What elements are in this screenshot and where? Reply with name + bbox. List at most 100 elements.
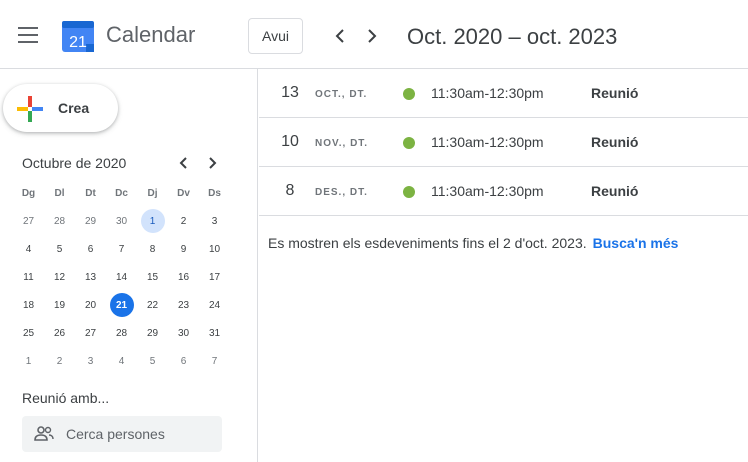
event-day: 13 xyxy=(281,84,299,101)
previous-period-button[interactable] xyxy=(328,24,352,48)
people-icon xyxy=(34,426,54,441)
mini-calendar-day[interactable]: 4 xyxy=(106,349,137,373)
mini-calendar-day-label: 31 xyxy=(208,327,221,339)
search-people-input[interactable] xyxy=(66,424,216,444)
event-time: 11:30am-12:30pm xyxy=(431,183,544,199)
weekday-header: Ds xyxy=(208,187,221,199)
mini-calendar-day-label: 3 xyxy=(211,215,218,227)
weekday-header: Dj xyxy=(147,187,158,199)
mini-calendar-day[interactable]: 5 xyxy=(44,237,75,261)
mini-calendar-week: 27 28 29 30 1 2 3 xyxy=(13,207,230,235)
event-month-weekday: NOV., DT. xyxy=(315,138,369,149)
mini-calendar-day[interactable]: 3 xyxy=(75,349,106,373)
mini-calendar-day-label: 28 xyxy=(115,327,128,339)
search-people-field[interactable] xyxy=(22,416,222,452)
mini-calendar-day[interactable]: 28 xyxy=(106,321,137,345)
event-title: Reunió xyxy=(591,134,639,150)
event-month-weekday: DES., DT. xyxy=(315,187,368,198)
mini-calendar-next-button[interactable] xyxy=(203,153,223,173)
mini-calendar-day[interactable]: 31 xyxy=(199,321,230,345)
mini-calendar-day[interactable]: 12 xyxy=(44,265,75,289)
mini-calendar-day-label: 9 xyxy=(180,243,187,255)
mini-calendar-day[interactable]: 29 xyxy=(137,321,168,345)
mini-calendar-day[interactable]: 3 xyxy=(199,209,230,233)
mini-calendar-day[interactable]: 7 xyxy=(106,237,137,261)
mini-calendar-day[interactable]: 8 xyxy=(137,237,168,261)
mini-calendar-day-label: 17 xyxy=(208,271,221,283)
mini-calendar-day-label: 5 xyxy=(149,355,156,367)
mini-calendar-day-label: 27 xyxy=(22,215,35,227)
mini-calendar-day[interactable]: 1 xyxy=(13,349,44,373)
date-range-title: Oct. 2020 – oct. 2023 xyxy=(407,24,618,49)
mini-calendar-day[interactable]: 29 xyxy=(75,209,106,233)
top-bar: 21 Calendar Avui Oct. 2020 – oct. 2023 xyxy=(0,0,748,69)
mini-calendar-day[interactable]: 15 xyxy=(137,265,168,289)
mini-calendar-day[interactable]: 18 xyxy=(13,293,44,317)
mini-calendar-day[interactable]: 23 xyxy=(168,293,199,317)
mini-calendar-day-label: 14 xyxy=(115,271,128,283)
event-color-dot xyxy=(403,137,415,149)
mini-calendar-day[interactable]: 30 xyxy=(106,209,137,233)
event-row[interactable]: 10 NOV., DT. 11:30am-12:30pm Reunió xyxy=(259,118,748,167)
mini-calendar-day-label: 16 xyxy=(177,271,190,283)
mini-calendar-day[interactable]: 6 xyxy=(75,237,106,261)
mini-calendar-day[interactable]: 10 xyxy=(199,237,230,261)
mini-calendar-day[interactable]: 5 xyxy=(137,349,168,373)
mini-calendar-day[interactable]: 6 xyxy=(168,349,199,373)
mini-calendar-day-label: 2 xyxy=(180,215,187,227)
schedule-footer-note: Es mostren els esdeveniments fins el 2 d… xyxy=(268,235,587,251)
mini-calendar-day[interactable]: 28 xyxy=(44,209,75,233)
event-row[interactable]: 8 DES., DT. 11:30am-12:30pm Reunió xyxy=(259,167,748,216)
mini-calendar-day[interactable]: 25 xyxy=(13,321,44,345)
create-button[interactable]: Crea xyxy=(3,84,118,132)
mini-calendar-day[interactable]: 30 xyxy=(168,321,199,345)
mini-calendar-day[interactable]: 21 xyxy=(106,293,137,317)
next-period-button[interactable] xyxy=(360,24,384,48)
mini-calendar-day[interactable]: 27 xyxy=(75,321,106,345)
chevron-right-icon xyxy=(209,157,217,169)
mini-calendar-day-label: 19 xyxy=(53,299,66,311)
mini-calendar-day[interactable]: 11 xyxy=(13,265,44,289)
mini-calendar-day[interactable]: 13 xyxy=(75,265,106,289)
plus-icon xyxy=(17,96,43,122)
mini-calendar-day[interactable]: 22 xyxy=(137,293,168,317)
mini-calendar-day[interactable]: 24 xyxy=(199,293,230,317)
event-title: Reunió xyxy=(591,183,639,199)
app-title: Calendar xyxy=(106,22,196,47)
mini-calendar-day-label: 4 xyxy=(25,243,32,255)
event-color-dot xyxy=(403,88,415,100)
calendar-logo-icon: 21 xyxy=(62,18,94,52)
event-row[interactable]: 13 OCT., DT. 11:30am-12:30pm Reunió xyxy=(259,69,748,118)
main-menu-icon[interactable] xyxy=(18,27,38,43)
mini-calendar-week: 1 2 3 4 5 6 7 xyxy=(13,347,230,375)
mini-calendar-week: 4 5 6 7 8 9 10 xyxy=(13,235,230,263)
schedule-footer: Es mostren els esdeveniments fins el 2 d… xyxy=(268,235,678,251)
weekday-header: Dl xyxy=(54,187,65,199)
mini-calendar-day[interactable]: 9 xyxy=(168,237,199,261)
mini-calendar-day[interactable]: 7 xyxy=(199,349,230,373)
calendar-logo-day: 21 xyxy=(69,34,87,51)
mini-calendar-day-label: 4 xyxy=(118,355,125,367)
mini-calendar-day[interactable]: 16 xyxy=(168,265,199,289)
mini-calendar-day-label: 21 xyxy=(109,293,134,317)
mini-calendar-day[interactable]: 2 xyxy=(168,209,199,233)
event-color-dot xyxy=(403,186,415,198)
mini-calendar-prev-button[interactable] xyxy=(173,153,193,173)
mini-calendar-day-label: 24 xyxy=(208,299,221,311)
mini-calendar-day[interactable]: 26 xyxy=(44,321,75,345)
event-title: Reunió xyxy=(591,85,639,101)
event-day: 10 xyxy=(281,133,299,150)
today-button[interactable]: Avui xyxy=(248,18,303,54)
mini-calendar-day[interactable]: 20 xyxy=(75,293,106,317)
mini-calendar-day[interactable]: 19 xyxy=(44,293,75,317)
mini-calendar-day[interactable]: 14 xyxy=(106,265,137,289)
mini-calendar-title: Octubre de 2020 xyxy=(22,155,127,171)
mini-calendar-day[interactable]: 17 xyxy=(199,265,230,289)
mini-calendar-day[interactable]: 4 xyxy=(13,237,44,261)
mini-calendar-day[interactable]: 27 xyxy=(13,209,44,233)
search-more-link[interactable]: Busca'n més xyxy=(593,235,679,251)
mini-calendar-day[interactable]: 2 xyxy=(44,349,75,373)
event-time: 11:30am-12:30pm xyxy=(431,85,544,101)
mini-calendar-day[interactable]: 1 xyxy=(137,209,168,233)
mini-calendar-day-label: 26 xyxy=(53,327,66,339)
